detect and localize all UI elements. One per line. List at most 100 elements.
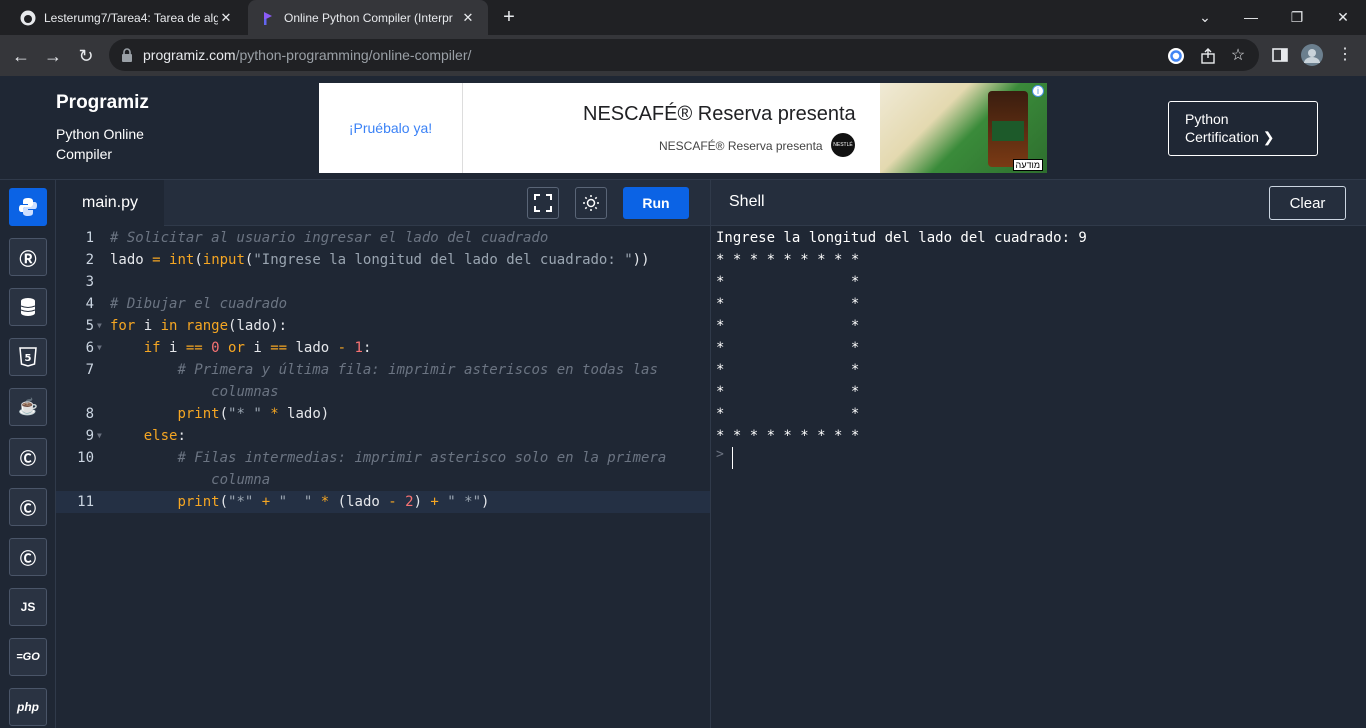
sun-icon <box>583 195 599 211</box>
lang-go-button[interactable]: =GO <box>9 638 47 676</box>
code-text: # Filas intermedias: imprimir asterisco … <box>177 450 667 466</box>
code-text: lado = int(input("Ingrese la longitud de… <box>110 252 650 268</box>
code-line[interactable]: 6 ▼ if i == 0 or i == lado - 1: <box>56 337 710 359</box>
run-button[interactable]: Run <box>623 187 689 219</box>
code-text: print("*" + " " * (lado - 2) + " *") <box>177 494 490 510</box>
code-text: print("* " * lado) <box>177 406 330 422</box>
python-certification-button[interactable]: Python Certification ❯ <box>1168 101 1318 156</box>
html5-icon: 5 <box>19 347 37 367</box>
code-line[interactable]: 9 ▼ else: <box>56 425 710 447</box>
code-line[interactable]: 5 ▼ for i in range(lado): <box>56 315 710 337</box>
code-line[interactable]: 10 # Filas intermedias: imprimir asteris… <box>56 447 710 469</box>
programiz-logo[interactable]: Programiz <box>56 92 149 114</box>
close-window-icon[interactable]: ✕ <box>1320 5 1366 29</box>
code-line[interactable]: columnas <box>56 381 710 403</box>
menu-dots-icon[interactable]: ⋮ <box>1335 45 1355 65</box>
ad-title: NESCAFÉ® Reserva presenta <box>583 103 856 125</box>
code-text: if i == 0 or i == lado - 1: <box>143 340 372 356</box>
shell-output-line: * * * * * * * * * <box>716 428 860 444</box>
browser-tab-programiz[interactable]: Online Python Compiler (Interpr ✕ <box>248 0 488 35</box>
shell-input-cursor[interactable] <box>732 447 733 469</box>
reload-icon[interactable]: ↻ <box>73 43 99 69</box>
clear-button[interactable]: Clear <box>1269 186 1346 220</box>
code-text: columnas <box>211 384 279 400</box>
side-panel-icon[interactable] <box>1270 45 1290 65</box>
browser-tab-github[interactable]: Lesterumg7/Tarea4: Tarea de alg ✕ <box>8 0 246 35</box>
shell-output-line: * * <box>716 384 860 400</box>
php-icon: php <box>17 700 39 714</box>
forward-icon[interactable]: → <box>40 43 66 69</box>
tab-title: Online Python Compiler (Interpr <box>284 10 453 25</box>
close-icon[interactable]: ✕ <box>218 10 234 26</box>
code-line[interactable]: 11 print("*" + " " * (lado - 2) + " *") <box>56 491 710 513</box>
share-icon[interactable] <box>1199 47 1217 65</box>
lang-sql-button[interactable] <box>9 288 47 326</box>
python-icon <box>19 198 37 216</box>
lang-html-button[interactable]: 5 <box>9 338 47 376</box>
theme-toggle-button[interactable] <box>575 187 607 219</box>
close-icon[interactable]: ✕ <box>460 10 476 26</box>
minimize-icon[interactable]: — <box>1228 5 1274 29</box>
address-bar[interactable]: programiz.com/python-programming/online-… <box>109 39 1259 71</box>
code-line[interactable]: columna <box>56 469 710 491</box>
ad-subtitle: NESCAFÉ® Reserva presenta <box>659 139 823 153</box>
fold-arrow-icon[interactable]: ▼ <box>97 425 102 447</box>
lang-php-button[interactable]: php <box>9 688 47 726</box>
lang-r-button[interactable]: Ⓡ <box>9 238 47 276</box>
code-text: columna <box>211 472 271 488</box>
code-editor-panel: main.py Run 1 # Solicitar al usuario ingr… <box>56 180 710 728</box>
line-number: 9 <box>85 428 94 444</box>
database-icon <box>20 298 36 316</box>
line-number: 6 <box>85 340 94 356</box>
shell-output-line: * * * * * * * * * <box>716 252 860 268</box>
svg-text:5: 5 <box>25 353 32 364</box>
lang-js-button[interactable]: JS <box>9 588 47 626</box>
r-icon: Ⓡ <box>19 249 37 269</box>
url-host: programiz.com <box>143 47 236 63</box>
ad-cta-link[interactable]: ¡Pruébalo ya! <box>319 83 463 173</box>
shell-output-line: * * <box>716 296 860 312</box>
code-line[interactable]: 8 print("* " * lado) <box>56 403 710 425</box>
tab-search-icon[interactable]: ⌄ <box>1182 5 1228 29</box>
back-icon[interactable]: ← <box>8 43 34 69</box>
code-text: # Solicitar al usuario ingresar el lado … <box>110 230 549 246</box>
line-number: 1 <box>85 230 94 246</box>
bookmark-star-icon[interactable]: ☆ <box>1229 47 1247 65</box>
editor-header: main.py Run <box>56 180 710 226</box>
code-line[interactable]: 2 lado = int(input("Ingrese la longitud d… <box>56 249 710 271</box>
shell-output-line: * * <box>716 318 860 334</box>
file-tab-main[interactable]: main.py <box>56 180 164 226</box>
code-line[interactable]: 7 # Primera y última fila: imprimir aste… <box>56 359 710 381</box>
code-area[interactable]: 1 # Solicitar al usuario ingresar el lado… <box>56 227 710 513</box>
line-number: 10 <box>77 450 94 466</box>
code-line[interactable]: 3 <box>56 271 710 293</box>
google-icon[interactable] <box>1167 47 1185 65</box>
shell-output-line: * * <box>716 340 860 356</box>
java-icon: ☕ <box>18 399 38 416</box>
new-tab-button[interactable]: + <box>498 7 520 29</box>
code-line[interactable]: 1 # Solicitar al usuario ingresar el lado… <box>56 227 710 249</box>
profile-avatar-icon[interactable] <box>1300 43 1324 67</box>
c-icon: Ⓒ <box>19 451 36 468</box>
lang-java-button[interactable]: ☕ <box>9 388 47 426</box>
lang-cpp-button[interactable]: Ⓒ <box>9 488 47 526</box>
browser-toolbar: ← → ↻ programiz.com/python-programming/o… <box>0 35 1366 76</box>
lang-c-button[interactable]: Ⓒ <box>9 438 47 476</box>
fold-arrow-icon[interactable]: ▼ <box>97 315 102 337</box>
ad-info-icon[interactable]: i <box>1032 85 1044 97</box>
shell-output-line: * * <box>716 406 860 422</box>
advertisement-banner[interactable]: ¡Pruébalo ya! NESCAFÉ® Reserva presenta … <box>319 83 1047 173</box>
ad-tag: מודעה <box>1012 159 1043 171</box>
code-text: # Dibujar el cuadrado <box>110 296 288 312</box>
lang-csharp-button[interactable]: Ⓒ <box>9 538 47 576</box>
tab-title: Lesterumg7/Tarea4: Tarea de alg <box>44 10 218 25</box>
fold-arrow-icon[interactable]: ▼ <box>97 337 102 359</box>
restore-icon[interactable]: ❐ <box>1274 5 1320 29</box>
code-text: else: <box>143 428 186 444</box>
fullscreen-button[interactable] <box>527 187 559 219</box>
line-number: 5 <box>85 318 94 334</box>
site-header: Programiz Python Online Compiler ¡Pruéba… <box>0 76 1366 180</box>
lang-python-button[interactable] <box>9 188 47 226</box>
shell-output: Ingrese la longitud del lado del cuadrad… <box>716 227 1087 447</box>
code-line[interactable]: 4 # Dibujar el cuadrado <box>56 293 710 315</box>
